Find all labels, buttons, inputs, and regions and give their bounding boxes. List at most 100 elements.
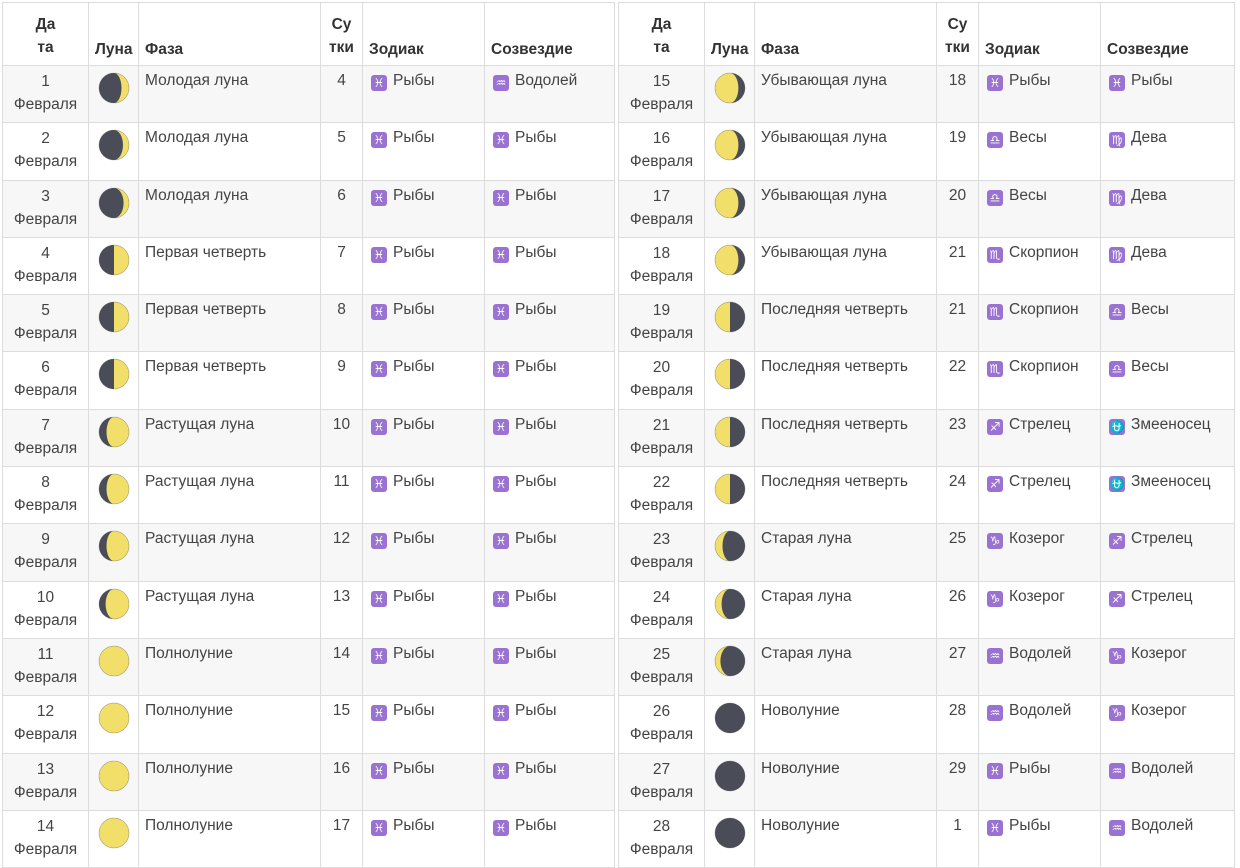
- day-number: 8: [41, 474, 50, 492]
- zodiac-cell: ♑ Козерог: [978, 580, 1101, 639]
- table-row: 16 Февраля Убывающая луна 19 ♎ Весы ♍ Дева: [618, 122, 1235, 181]
- phase-cell: Убывающая луна: [754, 122, 937, 181]
- month-name: Февраля: [13, 96, 78, 113]
- phase-cell: Молодая луна: [138, 179, 321, 238]
- date-cell: 4 Февраля: [2, 236, 89, 296]
- zodiac-cell: ♓ Рыбы: [362, 179, 485, 238]
- new-moon-icon: [713, 760, 747, 797]
- constellation-cell: ♓ Рыбы: [484, 294, 615, 353]
- month-name: Февраля: [629, 840, 694, 858]
- zodiac-sign-icon: ♓: [371, 762, 387, 779]
- table-row: 17 Февраля Убывающая луна 20 ♎ Весы ♍ Дева: [618, 179, 1235, 238]
- month-name: Февраля: [13, 325, 78, 343]
- phase-cell: Растущая луна: [138, 466, 321, 525]
- moon-cell: [704, 809, 755, 868]
- constellation-sign-icon: ♓: [493, 476, 509, 493]
- month-name: Февраля: [629, 668, 694, 686]
- lunar-day-cell: 25: [936, 523, 979, 582]
- zodiac-sign-icon: ♓: [371, 132, 387, 149]
- day-number: 3: [41, 187, 50, 205]
- constellation-name: Весы: [1131, 301, 1169, 319]
- lunar-day-cell: 26: [936, 580, 979, 639]
- date-cell: 25 Февраля: [618, 637, 705, 697]
- month-name: Февраля: [629, 726, 694, 744]
- zodiac-cell: ♓ Рыбы: [978, 64, 1101, 124]
- day-number: 15: [652, 73, 671, 90]
- constellation-sign-icon: ♓: [493, 189, 509, 206]
- zodiac-sign-icon: ♓: [371, 647, 387, 664]
- lunar-day-cell: 21: [936, 236, 979, 296]
- constellation-sign-icon: ♎: [1109, 304, 1125, 321]
- constellation-name: Дева: [1131, 186, 1167, 204]
- constellation-cell: ⛎ Змееносец: [1100, 408, 1235, 468]
- zodiac-cell: ♓ Рыбы: [362, 294, 485, 353]
- month-name: Февраля: [629, 439, 694, 457]
- zodiac-cell: ♓ Рыбы: [978, 752, 1101, 811]
- lunar-day-cell: 9: [320, 351, 363, 410]
- waxing-gibbous-icon: [97, 530, 131, 567]
- constellation-cell: ♓ Рыбы: [1100, 64, 1235, 124]
- phase-cell: Последняя четверть: [754, 351, 937, 410]
- phase-cell: Полнолуние: [138, 637, 321, 697]
- phase-cell: Полнолуние: [138, 752, 321, 811]
- moon-cell: [704, 408, 755, 468]
- zodiac-sign-icon: ♓: [987, 762, 1003, 779]
- day-number: 20: [652, 359, 671, 377]
- zodiac-cell: ♓ Рыбы: [362, 637, 485, 697]
- day-number: 23: [652, 531, 671, 549]
- header-phase: Фаза: [754, 2, 937, 66]
- zodiac-sign-icon: ♏: [987, 304, 1003, 321]
- table-row: 21 Февраля Последняя четверть 23 ♐ Стреле…: [618, 408, 1235, 468]
- constellation-name: Козерог: [1131, 644, 1187, 662]
- zodiac-name: Рыбы: [393, 473, 435, 491]
- waxing-gibbous-icon: [97, 473, 131, 510]
- month-name: Февраля: [629, 382, 694, 400]
- constellation-cell: ⛎ Змееносец: [1100, 466, 1235, 525]
- date-cell: 19 Февраля: [618, 294, 705, 353]
- zodiac-name: Весы: [1009, 186, 1047, 204]
- zodiac-sign-icon: ♓: [371, 304, 387, 321]
- zodiac-sign-icon: ♓: [371, 705, 387, 722]
- header-lunar-day: Су тки: [936, 2, 979, 66]
- first-quarter-moon-icon: [97, 359, 131, 395]
- lunar-day-cell: 27: [936, 637, 979, 697]
- zodiac-sign-icon: ♓: [371, 590, 387, 607]
- moon-cell: [704, 179, 755, 238]
- lunar-day-cell: 14: [320, 637, 363, 697]
- moon-cell: [88, 580, 139, 639]
- lunar-day-cell: 4: [320, 64, 363, 124]
- day-number: 11: [37, 645, 54, 663]
- constellation-name: Рыбы: [515, 243, 557, 261]
- date-cell: 9 Февраля: [2, 523, 89, 582]
- lunar-calendar: Да та Луна Фаза Су тки Зодиак Созвездие 1 …: [0, 0, 1240, 868]
- lunar-day-cell: 16: [320, 752, 363, 811]
- zodiac-name: Рыбы: [393, 243, 435, 261]
- zodiac-name: Скорпион: [1009, 301, 1079, 319]
- moon-cell: [704, 64, 755, 124]
- lunar-day-cell: 15: [320, 695, 363, 754]
- constellation-cell: ♍ Дева: [1100, 179, 1235, 238]
- lunar-day-cell: 7: [320, 236, 363, 296]
- header-moon: Луна: [88, 2, 139, 66]
- constellation-name: Змееносец: [1131, 473, 1211, 491]
- moon-cell: [704, 351, 755, 410]
- constellation-name: Рыбы: [515, 530, 557, 548]
- zodiac-name: Водолей: [1009, 702, 1072, 720]
- zodiac-sign-icon: ♑: [987, 590, 1003, 607]
- waxing-crescent-icon: [97, 187, 131, 224]
- zodiac-sign-icon: ♎: [987, 189, 1003, 206]
- last-quarter-moon-icon: [713, 473, 747, 510]
- day-number: 18: [652, 244, 671, 262]
- phase-cell: Последняя четверть: [754, 294, 937, 353]
- table-row: 23 Февраля Старая луна 25 ♑ Козерог ♐ Стре…: [618, 523, 1235, 582]
- moon-cell: [704, 122, 755, 181]
- constellation-name: Стрелец: [1131, 587, 1193, 605]
- constellation-sign-icon: ♓: [493, 361, 509, 378]
- new-moon-icon: [713, 702, 747, 739]
- zodiac-cell: ♓ Рыбы: [362, 122, 485, 181]
- phase-cell: Новолуние: [754, 809, 937, 868]
- waxing-crescent-icon: [97, 129, 131, 166]
- constellation-name: Рыбы: [515, 644, 557, 662]
- day-number: 26: [652, 703, 671, 721]
- constellation-sign-icon: ♒: [1109, 819, 1125, 836]
